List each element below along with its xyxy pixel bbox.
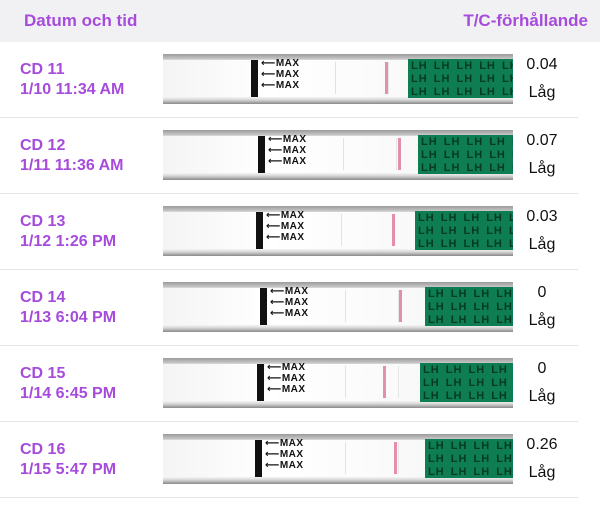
timestamp-label: 1/11 11:36 AM	[20, 157, 124, 174]
lh-grip-pad: LH LH LH LH LH LH LH LH LH LH LH LH LH L…	[418, 135, 513, 174]
tc-ratio-value: 0.26	[526, 436, 558, 453]
result-window	[335, 62, 389, 94]
lh-grip-pad: LH LH LH LH LH LH LH LH LH LH LH LH LH L…	[420, 363, 513, 402]
date-time-header: Datum och tid	[24, 11, 138, 30]
timestamp-label: 1/14 6:45 PM	[20, 385, 117, 402]
test-row[interactable]: CD 14 1/13 6:04 PM ⟵MAX ⟵MAX ⟵MAX LH LH …	[0, 270, 578, 346]
test-datetime: CD 11 1/10 11:34 AM	[20, 60, 124, 100]
cycle-day-label: CD 14	[20, 289, 66, 306]
cycle-day-label: CD 11	[20, 61, 65, 78]
tc-ratio-value: 0	[537, 360, 547, 377]
test-line	[392, 214, 395, 246]
max-marker-text: ⟵MAX ⟵MAX ⟵MAX	[266, 210, 305, 243]
lh-grip-pad: LH LH LH LH LH LH LH LH LH LH LH LH LH L…	[415, 211, 513, 250]
test-datetime: CD 12 1/11 11:36 AM	[20, 136, 123, 176]
test-line	[383, 366, 386, 398]
lh-grip-pad: LH LH LH LH LH LH LH LH LH LH LH LH LH L…	[425, 439, 513, 478]
timestamp-label: 1/13 6:04 PM	[20, 309, 117, 326]
test-strip-photo[interactable]: ⟵MAX ⟵MAX ⟵MAX LH LH LH LH LH LH LH LH L…	[163, 434, 513, 484]
strip-marker-bar	[258, 136, 265, 173]
result-window	[345, 290, 399, 322]
test-line	[394, 442, 397, 474]
strip-marker-bar	[255, 440, 262, 477]
tc-ratio-value: 0.07	[526, 132, 558, 149]
strip-marker-bar	[260, 288, 267, 325]
tc-ratio-value: 0	[537, 284, 547, 301]
test-strip-photo[interactable]: ⟵MAX ⟵MAX ⟵MAX LH LH LH LH LH LH LH LH L…	[163, 282, 513, 332]
lh-level-value: Låg	[528, 160, 556, 177]
test-row[interactable]: CD 13 1/12 1:26 PM ⟵MAX ⟵MAX ⟵MAX LH LH …	[0, 194, 578, 270]
lh-level-value: Låg	[528, 84, 556, 101]
result-window	[345, 366, 399, 398]
max-marker-text: ⟵MAX ⟵MAX ⟵MAX	[268, 134, 307, 167]
result-window	[341, 214, 395, 246]
timestamp-label: 1/10 11:34 AM	[20, 81, 125, 98]
test-row[interactable]: CD 11 1/10 11:34 AM ⟵MAX ⟵MAX ⟵MAX LH LH…	[0, 42, 578, 118]
tc-ratio-header: T/C-förhållande	[463, 11, 588, 30]
cycle-day-label: CD 13	[20, 213, 66, 230]
max-marker-text: ⟵MAX ⟵MAX ⟵MAX	[267, 362, 306, 395]
result-window	[345, 442, 399, 474]
max-marker-text: ⟵MAX ⟵MAX ⟵MAX	[261, 58, 300, 91]
lh-level-value: Låg	[528, 388, 556, 405]
lh-level-value: Låg	[528, 312, 556, 329]
test-row[interactable]: CD 12 1/11 11:36 AM ⟵MAX ⟵MAX ⟵MAX LH LH…	[0, 118, 578, 194]
lh-grip-pad: LH LH LH LH LH LH LH LH LH LH LH LH LH L…	[408, 59, 513, 98]
lh-level-value: Låg	[528, 464, 556, 481]
test-results-list: CD 11 1/10 11:34 AM ⟵MAX ⟵MAX ⟵MAX LH LH…	[0, 42, 600, 498]
test-row[interactable]: CD 15 1/14 6:45 PM ⟵MAX ⟵MAX ⟵MAX LH LH …	[0, 346, 578, 422]
test-strip-photo[interactable]: ⟵MAX ⟵MAX ⟵MAX LH LH LH LH LH LH LH LH L…	[163, 130, 513, 180]
strip-marker-bar	[257, 364, 264, 401]
test-strip-photo[interactable]: ⟵MAX ⟵MAX ⟵MAX LH LH LH LH LH LH LH LH L…	[163, 54, 513, 104]
list-header: Datum och tid T/C-förhållande	[0, 0, 600, 42]
lh-level-value: Låg	[528, 236, 556, 253]
test-line	[399, 290, 402, 322]
test-row[interactable]: CD 16 1/15 5:47 PM ⟵MAX ⟵MAX ⟵MAX LH LH …	[0, 422, 578, 498]
test-datetime: CD 16 1/15 5:47 PM	[20, 440, 116, 480]
timestamp-label: 1/12 1:26 PM	[20, 233, 117, 250]
max-marker-text: ⟵MAX ⟵MAX ⟵MAX	[265, 438, 304, 471]
test-datetime: CD 14 1/13 6:04 PM	[20, 288, 116, 328]
cycle-day-label: CD 12	[20, 137, 66, 154]
cycle-day-label: CD 15	[20, 365, 66, 382]
test-line	[385, 62, 388, 94]
max-marker-text: ⟵MAX ⟵MAX ⟵MAX	[270, 286, 309, 319]
tc-ratio-value: 0.04	[526, 56, 558, 73]
timestamp-label: 1/15 5:47 PM	[20, 461, 117, 478]
tc-ratio-value: 0.03	[526, 208, 558, 225]
test-strip-photo[interactable]: ⟵MAX ⟵MAX ⟵MAX LH LH LH LH LH LH LH LH L…	[163, 206, 513, 256]
cycle-day-label: CD 16	[20, 441, 66, 458]
strip-marker-bar	[256, 212, 263, 249]
test-datetime: CD 13 1/12 1:26 PM	[20, 212, 116, 252]
result-window	[343, 138, 397, 170]
test-strip-photo[interactable]: ⟵MAX ⟵MAX ⟵MAX LH LH LH LH LH LH LH LH L…	[163, 358, 513, 408]
test-datetime: CD 15 1/14 6:45 PM	[20, 364, 116, 404]
test-line	[398, 138, 401, 170]
lh-grip-pad: LH LH LH LH LH LH LH LH LH LH LH LH LH L…	[425, 287, 513, 326]
strip-marker-bar	[251, 60, 258, 97]
